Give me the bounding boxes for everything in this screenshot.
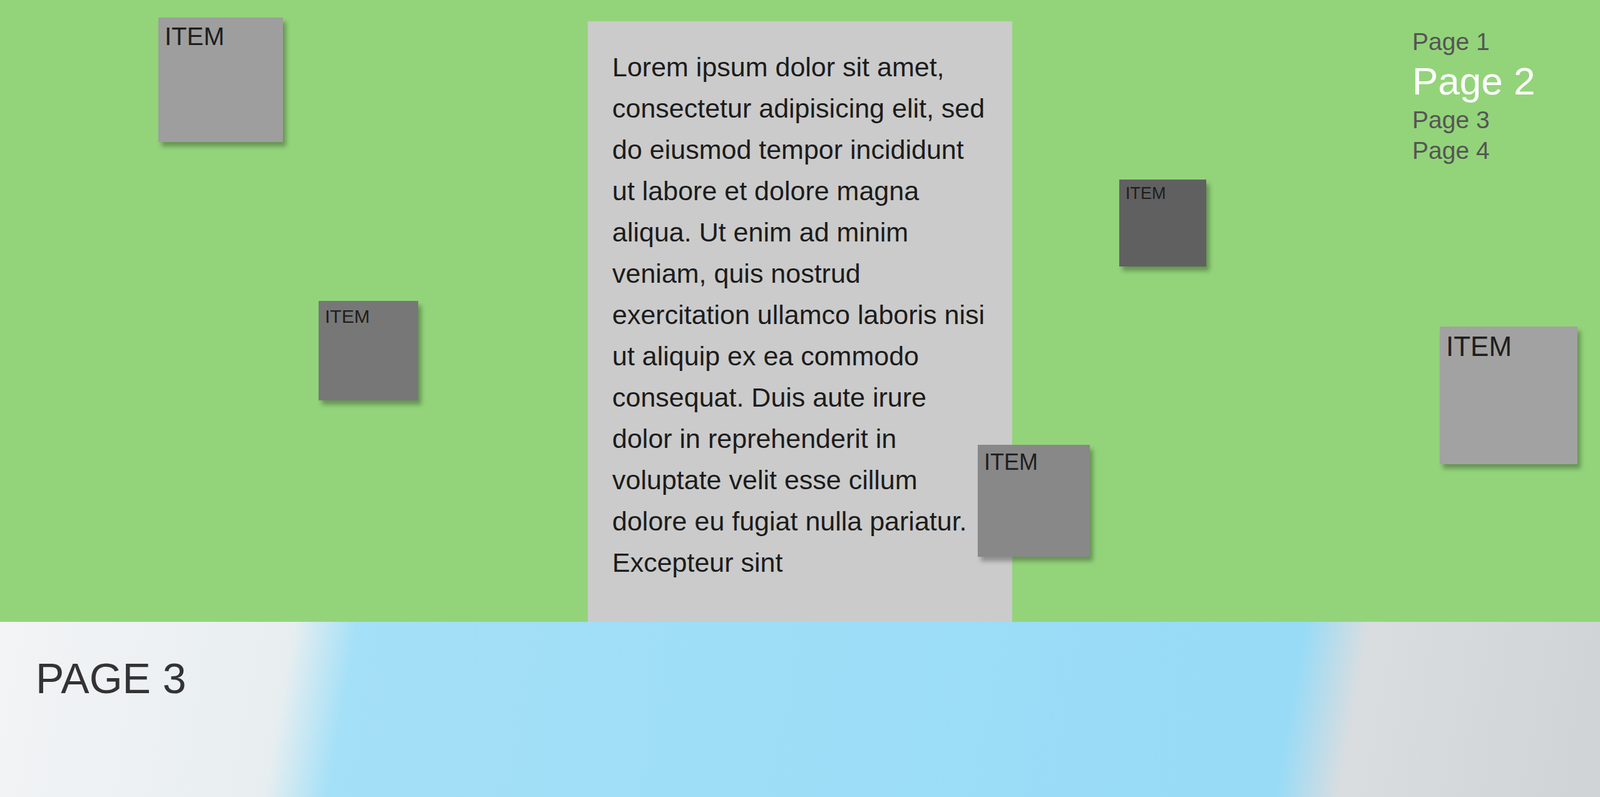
text-panel: Lorem ipsum dolor sit amet, consectetur … (587, 21, 1013, 623)
item-card[interactable]: ITEM (318, 301, 419, 401)
nav-link[interactable]: Page 3 (1412, 105, 1536, 136)
item-card[interactable]: ITEM (977, 445, 1090, 558)
page: Lorem ipsum dolor sit amet, consectetur … (0, 0, 1600, 797)
nav-link[interactable]: Page 4 (1412, 136, 1536, 166)
nav-link[interactable]: Page 2 (1412, 58, 1536, 105)
item-card[interactable]: ITEM (158, 17, 283, 143)
item-card[interactable]: ITEM (1439, 326, 1578, 465)
page-nav: Page 1Page 2Page 3Page 4 (1412, 21, 1536, 623)
item-card[interactable]: ITEM (1119, 179, 1207, 267)
body-text: Lorem ipsum dolor sit amet, consectetur … (612, 46, 994, 584)
page-2-section: Lorem ipsum dolor sit amet, consectetur … (0, 0, 1600, 623)
page-3-section: PAGE 3 (0, 622, 1600, 797)
section-heading: PAGE 3 (35, 653, 1600, 705)
nav-link[interactable]: Page 1 (1412, 27, 1536, 57)
